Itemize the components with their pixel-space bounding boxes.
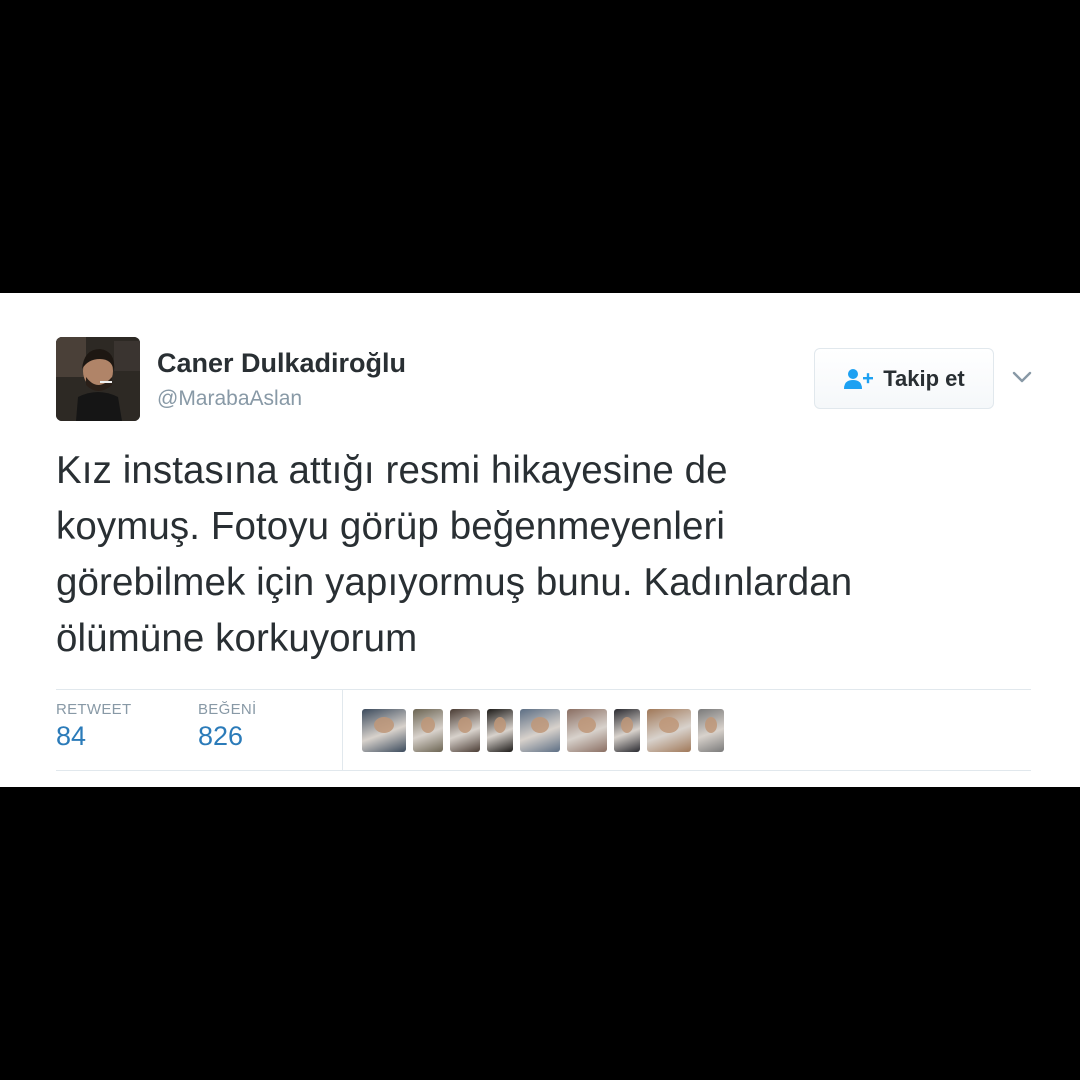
author-avatar[interactable] <box>56 337 140 421</box>
like-label: BEĞENİ <box>198 701 257 718</box>
like-count: 826 <box>198 721 244 751</box>
follow-button[interactable]: Takip et <box>814 348 994 409</box>
liker-face-shape <box>421 717 435 733</box>
stats-vertical-divider <box>342 689 343 770</box>
retweet-count-stat[interactable]: RETWEET 84 <box>56 701 131 752</box>
liker-face-shape <box>659 717 679 733</box>
retweet-count: 84 <box>56 721 87 751</box>
liker-avatar-4[interactable] <box>487 709 513 752</box>
liker-avatar-8[interactable] <box>647 709 691 752</box>
liker-avatar-row <box>362 709 724 753</box>
retweet-label: RETWEET <box>56 701 132 718</box>
follow-button-label: Takip et <box>883 365 965 391</box>
liker-avatar-5[interactable] <box>520 709 560 752</box>
tweet-text-line: ölümüne korkuyorum <box>56 617 418 660</box>
liker-avatar-6[interactable] <box>567 709 607 752</box>
stats-top-divider <box>56 689 1031 690</box>
stats-bottom-divider <box>56 770 1031 771</box>
liker-avatar-7[interactable] <box>614 709 640 752</box>
liker-avatar-2[interactable] <box>413 709 443 752</box>
liker-avatar-9[interactable] <box>698 709 724 752</box>
author-display-name[interactable]: Caner Dulkadiroğlu <box>157 348 406 379</box>
liker-avatar-3[interactable] <box>450 709 480 752</box>
liker-face-shape <box>705 717 717 733</box>
tweet-text-line: koymuş. Fotoyu görüp beğenmeyenleri <box>56 505 726 548</box>
tweet-text: Kız instasına attığı resmi hikayesine de… <box>56 443 1046 667</box>
tweet-text-line: görebilmek için yapıyormuş bunu. Kadınla… <box>56 561 853 604</box>
tweet-text-line: Kız instasına attığı resmi hikayesine de <box>56 449 728 492</box>
screenshot-frame: Caner Dulkadiroğlu @MarabaAslan Takip et… <box>0 0 1080 1080</box>
author-handle[interactable]: @MarabaAslan <box>157 387 302 411</box>
liker-avatar-1[interactable] <box>362 709 406 752</box>
add-user-icon <box>843 368 875 390</box>
liker-face-shape <box>494 717 506 733</box>
liker-face-shape <box>621 717 633 733</box>
liker-face-shape <box>374 717 394 733</box>
liker-face-shape <box>458 717 472 733</box>
liker-face-shape <box>578 717 596 733</box>
user-avatar-photo-icon <box>56 337 140 421</box>
like-count-stat[interactable]: BEĞENİ 826 <box>198 701 256 752</box>
liker-face-shape <box>531 717 549 733</box>
tweet-card: Caner Dulkadiroğlu @MarabaAslan Takip et… <box>0 293 1080 787</box>
chevron-down-icon[interactable] <box>1010 368 1034 386</box>
